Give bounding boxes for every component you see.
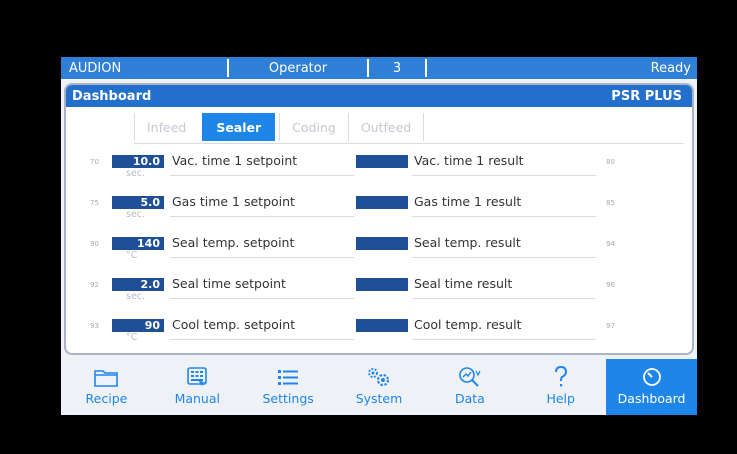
result-index: 85: [606, 199, 615, 207]
setpoint-index: 70: [90, 158, 99, 166]
parameter-row: 75 5.0 sec. Gas time 1 setpoint Gas time…: [66, 192, 692, 232]
tab-infeed[interactable]: Infeed: [134, 113, 198, 141]
parameter-row: 90 140 °C Seal temp. setpoint Seal temp.…: [66, 233, 692, 273]
unit-label: sec.: [126, 291, 146, 302]
result-value-field: [356, 278, 408, 291]
row-underline: [170, 339, 354, 340]
tab-outfeed[interactable]: Outfeed: [347, 113, 425, 141]
row-underline: [170, 298, 354, 299]
setpoint-value-field[interactable]: 90: [112, 319, 164, 332]
nav-settings[interactable]: Settings: [243, 359, 334, 415]
brand-label: AUDION: [69, 60, 122, 76]
result-index: 94: [606, 240, 615, 248]
row-underline: [412, 257, 596, 258]
hmi-screen: AUDION Operator 3 Ready Dashboard PSR PL…: [61, 57, 697, 415]
machine-state: Ready: [650, 60, 691, 76]
nav-label: Dashboard: [617, 391, 686, 406]
gauge-icon: [641, 365, 663, 389]
station-tabs: Infeed Sealer Coding Outfeed: [134, 112, 425, 142]
nav-label: Data: [454, 391, 485, 406]
row-underline: [412, 175, 596, 176]
result-label: Cool temp. result: [414, 317, 522, 332]
nav-system[interactable]: System: [334, 359, 425, 415]
result-index: 80: [606, 158, 615, 166]
parameter-row: 93 90 °C Cool temp. setpoint Cool temp. …: [66, 315, 692, 353]
chart-magnifier-icon: [457, 365, 483, 389]
gears-icon: [365, 365, 393, 389]
nav-manual[interactable]: Manual: [152, 359, 243, 415]
row-underline: [412, 339, 596, 340]
folder-icon: [93, 365, 119, 389]
row-underline: [412, 298, 596, 299]
status-bar: AUDION Operator 3 Ready: [61, 57, 697, 79]
result-value-field: [356, 237, 408, 250]
unit-label: sec.: [126, 168, 146, 179]
result-label: Seal temp. result: [414, 235, 521, 250]
result-value-field: [356, 319, 408, 332]
nav-help[interactable]: Help: [515, 359, 606, 415]
result-label: Gas time 1 result: [414, 194, 522, 209]
setpoint-label: Seal time setpoint: [172, 276, 286, 291]
setpoint-value-field[interactable]: 140: [112, 237, 164, 250]
user-level-button[interactable]: Operator: [229, 57, 367, 79]
list-icon: [276, 365, 300, 389]
nav-label: System: [355, 391, 403, 406]
nav-dashboard[interactable]: Dashboard: [606, 359, 697, 415]
nav-label: Recipe: [85, 391, 128, 406]
result-index: 96: [606, 281, 615, 289]
row-underline: [170, 216, 354, 217]
setpoint-index: 92: [90, 281, 99, 289]
setpoint-label: Cool temp. setpoint: [172, 317, 296, 332]
unit-label: °C: [126, 332, 138, 343]
setpoint-index: 93: [90, 322, 99, 330]
setpoint-index: 90: [90, 240, 99, 248]
nav-recipe[interactable]: Recipe: [61, 359, 152, 415]
nav-label: Manual: [174, 391, 220, 406]
setpoint-label: Gas time 1 setpoint: [172, 194, 295, 209]
panel-title: Dashboard: [72, 88, 152, 104]
nav-label: Settings: [262, 391, 314, 406]
unit-label: °C: [126, 250, 138, 261]
tab-coding[interactable]: Coding: [279, 113, 348, 141]
row-underline: [170, 175, 354, 176]
dashboard-panel: Dashboard PSR PLUS Infeed Sealer Coding …: [64, 83, 694, 355]
panel-header: Dashboard PSR PLUS: [66, 85, 692, 107]
setpoint-index: 75: [90, 199, 99, 207]
row-underline: [412, 216, 596, 217]
result-label: Seal time result: [414, 276, 513, 291]
question-icon: [551, 365, 571, 389]
row-underline: [170, 257, 354, 258]
machine-model: PSR PLUS: [611, 88, 682, 104]
result-label: Vac. time 1 result: [414, 153, 524, 168]
parameter-row: 92 2.0 sec. Seal time setpoint Seal time…: [66, 274, 692, 314]
nav-data[interactable]: Data: [424, 359, 515, 415]
bottom-nav: Recipe Manual Settings System Data Help …: [61, 359, 697, 415]
result-value-field: [356, 155, 408, 168]
count-indicator: 3: [392, 60, 402, 76]
parameter-row: 70 10.0 sec. Vac. time 1 setpoint Vac. t…: [66, 151, 692, 191]
nav-label: Help: [546, 391, 575, 406]
setpoint-value-field[interactable]: 5.0: [112, 196, 164, 209]
setpoint-value-field[interactable]: 2.0: [112, 278, 164, 291]
tab-sealer[interactable]: Sealer: [202, 113, 276, 141]
setpoint-label: Vac. time 1 setpoint: [172, 153, 298, 168]
result-index: 97: [606, 322, 615, 330]
setpoint-value-field[interactable]: 10.0: [112, 155, 164, 168]
tab-divider: [134, 143, 684, 144]
unit-label: sec.: [126, 209, 146, 220]
result-value-field: [356, 196, 408, 209]
keypad-icon: [185, 365, 209, 389]
setpoint-label: Seal temp. setpoint: [172, 235, 295, 250]
